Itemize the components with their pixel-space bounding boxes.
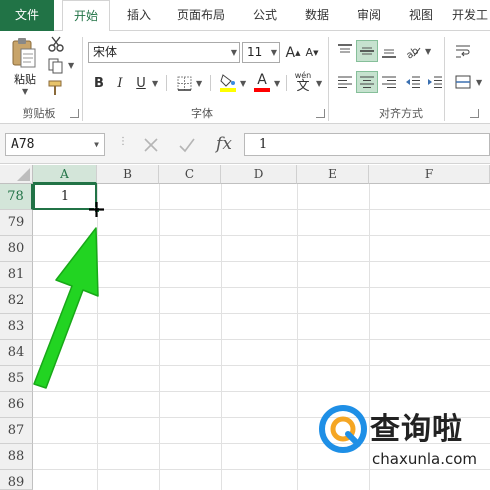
watermark-url: chaxunla.com [372,450,477,468]
cancel-entry-icon[interactable] [136,133,166,156]
name-box[interactable]: A78 ▼ [5,133,105,156]
gridline [297,184,298,490]
ribbon-divider [82,37,83,121]
tab-page-layout[interactable]: 页面布局 [168,0,234,31]
fill-color-dropdown-icon[interactable]: ▼ [240,79,246,88]
gridline [33,469,490,470]
gridline [159,184,160,490]
font-launcher-icon[interactable] [316,109,325,118]
align-center-icon[interactable] [356,71,378,93]
bold-button[interactable]: B [90,73,108,93]
tab-home[interactable]: 开始 [62,0,110,32]
font-size-value: 11 [247,45,263,59]
paste-label[interactable]: 粘贴 [8,71,42,87]
insert-function-icon[interactable]: fx [208,132,240,156]
ribbon-divider [328,37,329,121]
formula-bar: A78 ▼ ⋮ fx 1 [0,124,490,164]
alignment-launcher-icon[interactable] [470,109,479,118]
row-header-88[interactable]: 88 [0,444,33,470]
tab-formulas[interactable]: 公式 [242,0,288,31]
borders-dropdown-icon[interactable]: ▼ [196,79,202,88]
align-top-icon[interactable] [334,40,356,62]
row-header-86[interactable]: 86 [0,392,33,418]
orientation-dropdown-icon[interactable]: ▼ [425,47,431,56]
font-name-value: 宋体 [93,45,118,59]
copy-icon[interactable] [46,57,66,75]
column-header-b[interactable]: B [97,165,159,184]
column-header-e[interactable]: E [297,165,369,184]
row-header-78[interactable]: 78 [0,184,33,210]
merge-dropdown-icon[interactable]: ▼ [476,78,482,87]
wrap-text-icon[interactable] [452,40,474,62]
underline-dropdown-icon[interactable]: ▼ [152,79,158,88]
borders-icon[interactable] [174,73,194,93]
align-right-icon[interactable] [378,71,400,93]
font-group-label: 字体 [191,107,213,120]
phonetic-dropdown-icon[interactable]: ▼ [316,79,322,88]
font-size-combo[interactable]: 11 ▼ [242,42,280,63]
align-bottom-icon[interactable] [378,40,400,62]
clipboard-group-label: 剪贴板 [22,107,56,120]
ribbon-tab-bar: 文件 开始 插入 页面布局 公式 数据 审阅 视图 开发工 [0,0,490,32]
clipboard-launcher-icon[interactable] [70,109,79,118]
align-left-icon[interactable] [334,71,356,93]
column-header-d[interactable]: D [221,165,297,184]
tab-review[interactable]: 审阅 [346,0,392,31]
svg-text:ab: ab [405,45,422,59]
copy-dropdown-icon[interactable]: ▼ [68,61,74,70]
column-header-c[interactable]: C [159,165,221,184]
decrease-indent-icon[interactable] [402,71,424,93]
row-header-87[interactable]: 87 [0,418,33,444]
fill-color-icon[interactable] [218,71,238,93]
ribbon-divider [210,75,211,91]
ribbon: 粘贴 ▼ ▼ 剪贴板 宋体 ▼ 11 ▼ A ▲ A ▼ B I U ▼ ▼ ▼ A… [0,31,490,124]
chevron-down-icon: ▼ [270,48,277,57]
row-header-89[interactable]: 89 [0,470,33,490]
font-color-dropdown-icon[interactable]: ▼ [274,79,280,88]
chevron-down-icon: ▼ [230,48,237,57]
column-header-f[interactable]: F [369,165,490,184]
alignment-group-label: 对齐方式 [379,107,423,120]
ribbon-divider [444,37,445,121]
decrease-font-size-icon[interactable]: A ▼ [303,42,321,63]
tab-view[interactable]: 视图 [398,0,444,31]
gridline [221,184,222,490]
tab-insert[interactable]: 插入 [116,0,162,31]
increase-font-size-icon[interactable]: A ▲ [284,42,302,63]
grip-icon[interactable]: ⋮ [118,136,128,147]
tab-data[interactable]: 数据 [294,0,340,31]
paste-icon[interactable] [8,37,40,69]
phonetic-guide-icon[interactable]: wén 文 [292,69,314,95]
chevron-down-icon[interactable]: ▼ [94,134,99,155]
align-middle-icon[interactable] [356,40,378,62]
column-header-a[interactable]: A [33,165,97,184]
merge-center-icon[interactable] [452,71,474,93]
paste-dropdown-icon[interactable]: ▼ [22,87,28,96]
active-cell-a78[interactable]: 1 [33,183,97,210]
confirm-entry-icon[interactable] [172,133,202,156]
annotation-arrow-icon [20,214,110,394]
watermark-logo-icon [318,404,368,454]
font-name-combo[interactable]: 宋体 ▼ [88,42,240,63]
ribbon-divider [166,75,167,91]
underline-button[interactable]: U [132,73,150,93]
select-all-button[interactable] [0,165,33,184]
formula-input[interactable]: 1 [244,133,490,156]
font-color-icon[interactable]: A [252,71,272,93]
tab-developer[interactable]: 开发工 [452,0,490,31]
ribbon-divider [286,75,287,91]
increase-indent-icon[interactable] [424,71,446,93]
italic-button[interactable]: I [111,73,129,93]
orientation-icon[interactable]: ab [402,40,424,62]
watermark-brand: 查询啦 [370,412,463,447]
tab-file[interactable]: 文件 [0,0,54,31]
format-painter-icon[interactable] [46,79,66,97]
cut-icon[interactable] [46,35,66,53]
name-box-value: A78 [11,137,35,152]
